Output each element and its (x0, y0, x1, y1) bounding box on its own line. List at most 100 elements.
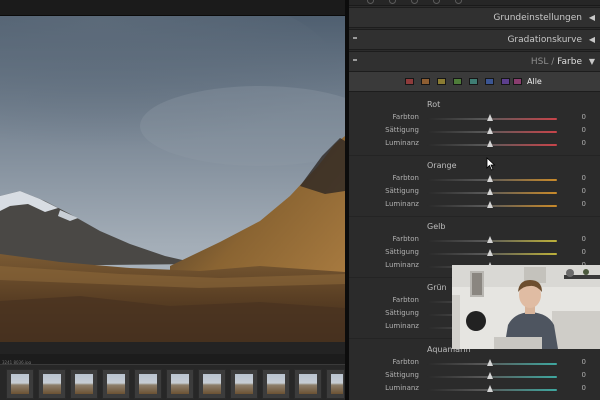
tool-icon[interactable] (389, 0, 396, 4)
slider-value[interactable]: 0 (582, 187, 586, 195)
slider-label: Sättigung (385, 248, 419, 256)
slider-label: Farbton (392, 113, 419, 121)
tab-separator: / (548, 57, 558, 67)
slider-row[interactable]: Farbton 0 (349, 113, 600, 125)
slider-knob[interactable] (487, 385, 493, 392)
section-title[interactable]: HSL / Farbe (531, 57, 582, 67)
tool-icon[interactable] (455, 0, 462, 4)
slider-label: Farbton (392, 235, 419, 243)
filmstrip-thumbnail[interactable] (70, 369, 98, 399)
main-photo[interactable] (0, 16, 345, 342)
slider-knob[interactable] (487, 127, 493, 134)
tool-strip (349, 0, 600, 6)
slider-value[interactable]: 0 (582, 126, 586, 134)
slider-label: Luminanz (385, 384, 419, 392)
filmstrip-thumbnail[interactable] (326, 369, 345, 399)
slider-knob[interactable] (487, 188, 493, 195)
minus-icon[interactable] (353, 59, 357, 61)
filmstrip-thumbnail[interactable] (6, 369, 34, 399)
image-viewer: 3241 8036.jpg (0, 0, 347, 400)
slider-row[interactable]: Sättigung 0 (349, 126, 600, 138)
filmstrip-thumbnail[interactable] (294, 369, 322, 399)
slider-row[interactable]: Farbton 0 (349, 235, 600, 247)
viewer-top-bar (0, 0, 347, 16)
section-grundeinstellungen[interactable]: Grundeinstellungen ◀ (349, 7, 600, 28)
slider-value[interactable]: 0 (582, 139, 586, 147)
section-hsl-farbe[interactable]: HSL / Farbe ▼ (349, 51, 600, 72)
collapse-arrow-icon[interactable]: ◀ (589, 35, 595, 44)
mouse-pointer-icon (486, 156, 496, 171)
hsl-tab[interactable]: HSL (531, 57, 549, 67)
slider-value[interactable]: 0 (582, 371, 586, 379)
slider-row[interactable]: Sättigung 0 (349, 248, 600, 260)
filmstrip-thumbnail[interactable] (102, 369, 130, 399)
slider-row[interactable]: Luminanz 0 (349, 384, 600, 396)
slider-knob[interactable] (487, 201, 493, 208)
filmstrip-thumbnail[interactable] (166, 369, 194, 399)
slider-knob[interactable] (487, 175, 493, 182)
slider-row[interactable]: Sättigung 0 (349, 371, 600, 383)
section-title: Gradationskurve (507, 35, 582, 45)
expand-arrow-icon[interactable]: ▼ (589, 57, 595, 66)
slider-row[interactable]: Luminanz 0 (349, 139, 600, 151)
filmstrip-thumbnail[interactable] (134, 369, 162, 399)
color-swatch-purple[interactable] (501, 78, 510, 85)
webcam-overlay (452, 265, 600, 349)
slider-row[interactable]: Farbton 0 (349, 358, 600, 370)
slider-value[interactable]: 0 (582, 384, 586, 392)
slider-label: Sättigung (385, 187, 419, 195)
slider-value[interactable]: 0 (582, 248, 586, 256)
group-title: Gelb (427, 222, 446, 231)
slider-label: Luminanz (385, 139, 419, 147)
photo-separator (0, 342, 347, 354)
slider-value[interactable]: 0 (582, 200, 586, 208)
group-title: Grün (427, 283, 447, 292)
filmstrip[interactable] (0, 364, 347, 400)
slider-row[interactable]: Sättigung 0 (349, 187, 600, 199)
slider-label: Farbton (392, 296, 419, 304)
slider-knob[interactable] (487, 140, 493, 147)
slider-knob[interactable] (487, 372, 493, 379)
tool-icon[interactable] (411, 0, 418, 4)
slider-label: Farbton (392, 358, 419, 366)
group-divider (349, 155, 600, 156)
color-swatch-red[interactable] (405, 78, 414, 85)
color-swatch-orange[interactable] (421, 78, 430, 85)
slider-value[interactable]: 0 (582, 113, 586, 121)
slider-label: Sättigung (385, 126, 419, 134)
all-colors-button[interactable]: Alle (527, 77, 542, 86)
slider-row[interactable]: Luminanz 0 (349, 200, 600, 212)
group-title: Rot (427, 100, 441, 109)
color-swatch-yellow[interactable] (437, 78, 446, 85)
tool-icon[interactable] (433, 0, 440, 4)
collapse-arrow-icon[interactable]: ◀ (589, 13, 595, 22)
filmstrip-thumbnail[interactable] (230, 369, 258, 399)
slider-row[interactable]: Farbton 0 (349, 174, 600, 186)
group-divider (349, 216, 600, 217)
color-swatch-green[interactable] (453, 78, 462, 85)
group-title: Orange (427, 161, 457, 170)
slider-value[interactable]: 0 (582, 358, 586, 366)
color-selector-row: Alle (349, 72, 600, 92)
slider-knob[interactable] (487, 114, 493, 121)
slider-value[interactable]: 0 (582, 235, 586, 243)
color-swatch-blue[interactable] (485, 78, 494, 85)
slider-knob[interactable] (487, 236, 493, 243)
filmstrip-thumbnail[interactable] (198, 369, 226, 399)
slider-label: Sättigung (385, 309, 419, 317)
filmstrip-thumbnail[interactable] (262, 369, 290, 399)
color-swatch-aqua[interactable] (469, 78, 478, 85)
slider-knob[interactable] (487, 249, 493, 256)
slider-label: Luminanz (385, 200, 419, 208)
slider-value[interactable]: 0 (582, 174, 586, 182)
section-gradationskurve[interactable]: Gradationskurve ◀ (349, 29, 600, 50)
tool-icon[interactable] (367, 0, 374, 4)
slider-label: Farbton (392, 174, 419, 182)
farbe-tab[interactable]: Farbe (557, 57, 582, 67)
minus-icon[interactable] (353, 37, 357, 39)
color-swatch-magenta[interactable] (513, 78, 522, 85)
section-title: Grundeinstellungen (493, 13, 582, 23)
slider-label: Sättigung (385, 371, 419, 379)
filmstrip-thumbnail[interactable] (38, 369, 66, 399)
slider-knob[interactable] (487, 359, 493, 366)
